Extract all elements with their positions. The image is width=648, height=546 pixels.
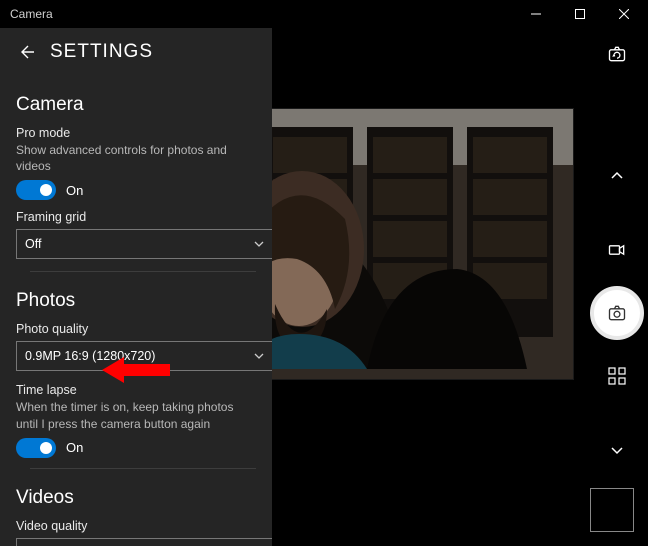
photo-quality-value: 0.9MP 16:9 (1280x720) [25, 349, 155, 363]
pro-mode-label: Pro mode [16, 126, 256, 140]
camera-section-heading: Camera [16, 94, 256, 116]
timelapse-desc: When the timer is on, keep taking photos… [16, 399, 256, 431]
chevron-down-icon [253, 238, 265, 250]
settings-title: SETTINGS [50, 41, 153, 63]
shutter-button[interactable] [590, 286, 644, 340]
pro-mode-state: On [66, 183, 83, 198]
camera-preview [226, 108, 574, 380]
timelapse-label: Time lapse [16, 383, 256, 397]
chevron-up-icon[interactable] [597, 156, 637, 196]
framing-grid-value: Off [25, 237, 41, 251]
settings-panel: SETTINGS Camera Pro mode Show advanced c… [0, 28, 272, 546]
divider [30, 468, 256, 469]
panorama-mode-button[interactable] [597, 356, 637, 396]
framing-grid-label: Framing grid [16, 210, 256, 224]
chevron-down-icon[interactable] [597, 430, 637, 470]
photo-quality-dropdown[interactable]: 0.9MP 16:9 (1280x720) [16, 341, 272, 371]
videos-section-heading: Videos [16, 487, 256, 509]
switch-camera-button[interactable] [597, 34, 637, 74]
video-mode-button[interactable] [597, 230, 637, 270]
minimize-button[interactable] [514, 0, 558, 28]
pro-mode-toggle[interactable] [16, 180, 56, 200]
chevron-down-icon [253, 350, 265, 362]
close-button[interactable] [602, 0, 646, 28]
app-title: Camera [10, 7, 514, 21]
gallery-thumbnail[interactable] [590, 488, 634, 532]
maximize-button[interactable] [558, 0, 602, 28]
video-quality-label: Video quality [16, 519, 256, 533]
photo-quality-label: Photo quality [16, 322, 256, 336]
video-quality-dropdown[interactable]: 720p 16:9 30fps [16, 538, 272, 546]
timelapse-toggle[interactable] [16, 438, 56, 458]
right-toolbar [586, 28, 648, 546]
divider [30, 271, 256, 272]
titlebar: Camera [0, 0, 648, 28]
framing-grid-dropdown[interactable]: Off [16, 229, 272, 259]
pro-mode-desc: Show advanced controls for photos and vi… [16, 142, 256, 174]
timelapse-state: On [66, 440, 83, 455]
back-button[interactable] [12, 38, 40, 66]
photos-section-heading: Photos [16, 290, 256, 312]
